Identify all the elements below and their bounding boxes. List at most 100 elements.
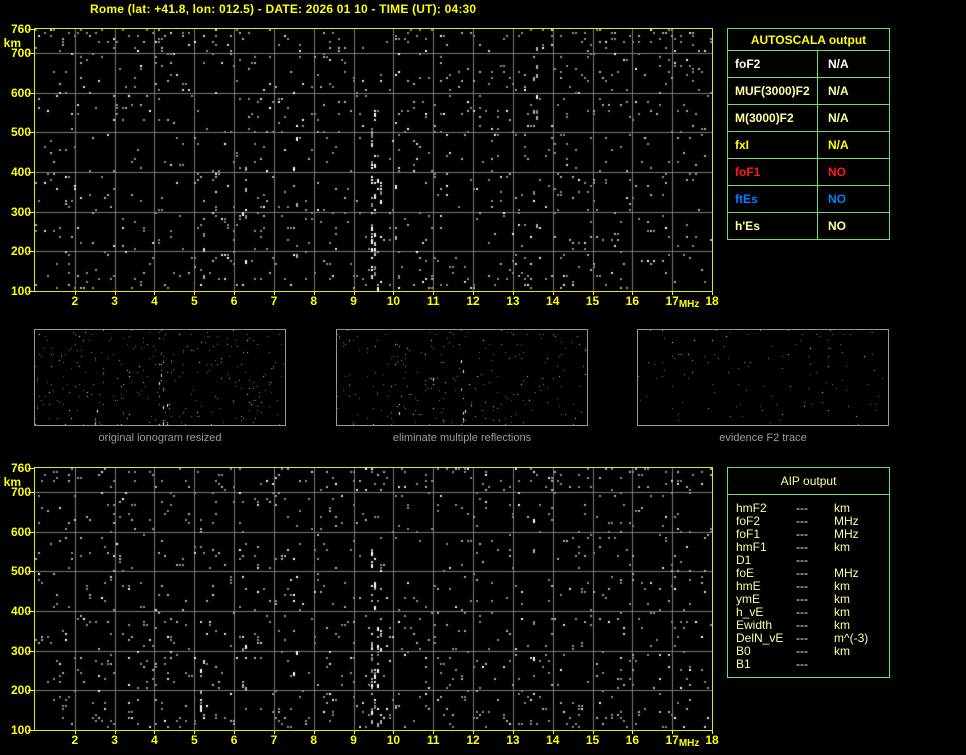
autoscala-param-value: NO xyxy=(828,219,846,233)
x-axis-label: 7 xyxy=(270,733,278,747)
autoscala-param-label: ftEs xyxy=(728,186,818,212)
aip-label: B1 xyxy=(736,657,751,671)
x-axis-label: 10 xyxy=(386,294,401,308)
panel-evidence-f2 xyxy=(637,329,889,426)
x-axis-label: 8 xyxy=(310,294,318,308)
aip-row-delnve: DelN_vE --- m^(-3) xyxy=(736,632,889,645)
y-axis-label: 400 xyxy=(10,603,31,618)
autoscala-param-value: N/A xyxy=(828,111,849,125)
autoscala-param-label: foF2 xyxy=(728,51,818,77)
autoscala-param-label: foF1 xyxy=(728,159,818,185)
y-axis-label: 400 xyxy=(10,164,31,179)
panel-caption-reflections: eliminate multiple reflections xyxy=(392,432,532,444)
x-axis-label: 14 xyxy=(546,733,560,747)
panel-caption-evidence: evidence F2 trace xyxy=(719,432,807,444)
autoscala-output-screen: Rome (lat: +41.8, lon: 012.5) - DATE: 20… xyxy=(0,0,966,755)
panel-original-ionogram xyxy=(34,329,286,426)
y-axis-label: 600 xyxy=(10,524,31,539)
x-axis-unit: MHz xyxy=(678,299,700,310)
y-axis-label: 200 xyxy=(10,244,31,259)
y-axis-unit: km xyxy=(3,36,21,50)
station-title: Rome (lat: +41.8, lon: 012.5) - DATE: 20… xyxy=(90,2,477,16)
autoscala-output-table: AUTOSCALA output foF2 N/A MUF(3000)F2 N/A M(… xyxy=(727,28,890,240)
x-axis-label: 16 xyxy=(625,733,640,747)
y-axis-label: 600 xyxy=(10,85,31,100)
x-axis-label: 13 xyxy=(506,294,520,308)
aip-unit: km xyxy=(834,644,850,658)
autoscala-param-label: h'Es xyxy=(728,213,818,239)
y-axis-label: 100 xyxy=(10,723,31,737)
autoscala-param-value: N/A xyxy=(828,84,849,98)
y-axis-label: 500 xyxy=(10,564,31,579)
x-axis-label: 11 xyxy=(426,294,440,308)
y-axis-label: 300 xyxy=(10,204,31,219)
aip-unit xyxy=(834,658,889,671)
x-axis-label: 12 xyxy=(466,733,480,747)
autoscala-row-muf3000f2: MUF(3000)F2 N/A xyxy=(728,78,889,105)
autoscala-table-header: AUTOSCALA output xyxy=(728,29,889,51)
y-axis-label: 760 xyxy=(10,461,31,475)
autoscala-param-label: fxI xyxy=(728,132,818,158)
x-axis-label: 9 xyxy=(350,733,357,747)
x-axis-label: 15 xyxy=(585,294,600,308)
x-axis-label: 12 xyxy=(466,294,480,308)
autoscala-row-fof1: foF1 NO xyxy=(728,159,889,186)
x-axis-label: 6 xyxy=(230,733,238,747)
ionogram-plot-top xyxy=(34,28,713,292)
x-axis-label: 11 xyxy=(426,733,440,747)
autoscala-param-value: NO xyxy=(828,165,846,179)
x-axis-label: 5 xyxy=(190,733,198,747)
aip-value: --- xyxy=(796,657,808,671)
x-axis-label: 2 xyxy=(71,733,79,747)
panel-canvas-original xyxy=(35,330,285,425)
x-axis-label: 8 xyxy=(310,733,318,747)
y-axis-label: 300 xyxy=(10,643,31,658)
panel-canvas-evidence xyxy=(638,330,888,425)
x-axis-label: 15 xyxy=(585,733,600,747)
x-axis-label: 14 xyxy=(546,294,560,308)
x-axis-label: 13 xyxy=(506,733,520,747)
x-axis-label: 2 xyxy=(71,294,79,308)
aip-output-table: AIP output hmF2 --- km foF2 --- MHz foF1 --- MHz… xyxy=(727,467,890,678)
y-axis-label: 500 xyxy=(10,125,31,140)
x-axis-label: 7 xyxy=(270,294,278,308)
autoscala-row-fof2: foF2 N/A xyxy=(728,51,889,78)
panel-canvas-reflections xyxy=(337,330,587,425)
panel-caption-original: original ionogram resized xyxy=(98,432,222,444)
aip-row-hmf1: hmF1 --- km xyxy=(736,541,889,554)
x-axis-label: 3 xyxy=(111,733,118,747)
x-axis-label: 4 xyxy=(151,733,158,747)
ionogram-canvas-top xyxy=(35,29,712,291)
aip-table-header: AIP output xyxy=(728,468,889,495)
autoscala-param-value: N/A xyxy=(828,57,849,71)
aip-row-b0: B0 --- km xyxy=(736,645,889,658)
x-axis-label: 10 xyxy=(386,733,401,747)
aip-unit: km xyxy=(834,540,850,554)
x-axis-label: 9 xyxy=(350,294,357,308)
x-axis-label: 3 xyxy=(111,294,118,308)
ionogram-canvas-bottom xyxy=(35,468,712,730)
aip-table-body: hmF2 --- km foF2 --- MHz foF1 --- MHz hmF1 --- km D1… xyxy=(728,495,889,677)
x-axis-label: 6 xyxy=(230,294,238,308)
y-axis-label: 100 xyxy=(10,284,31,298)
autoscala-row-fxi: fxI N/A xyxy=(728,132,889,159)
x-axis-label: 5 xyxy=(190,294,198,308)
x-axis-unit: MHz xyxy=(678,738,700,749)
autoscala-row-ftes: ftEs NO xyxy=(728,186,889,213)
autoscala-table-body: foF2 N/A MUF(3000)F2 N/A M(3000)F2 N/A fxI N/A f… xyxy=(728,51,889,239)
autoscala-param-label: M(3000)F2 xyxy=(728,105,818,131)
autoscala-param-value: NO xyxy=(828,192,846,206)
y-axis-label: 760 xyxy=(10,22,31,36)
ionogram-plot-bottom xyxy=(34,467,713,731)
autoscala-row-m3000f2: M(3000)F2 N/A xyxy=(728,105,889,132)
panel-eliminate-reflections xyxy=(336,329,588,426)
autoscala-param-value: N/A xyxy=(828,138,849,152)
autoscala-param-label: MUF(3000)F2 xyxy=(728,78,818,104)
y-axis-unit: km xyxy=(3,475,21,489)
aip-row-b1: B1 --- xyxy=(736,658,889,671)
y-axis-label: 200 xyxy=(10,683,31,698)
x-axis-label: 16 xyxy=(625,294,640,308)
x-axis-label: 4 xyxy=(151,294,158,308)
autoscala-row-hes: h'Es NO xyxy=(728,213,889,239)
aip-row-d1: D1 --- xyxy=(736,554,889,567)
